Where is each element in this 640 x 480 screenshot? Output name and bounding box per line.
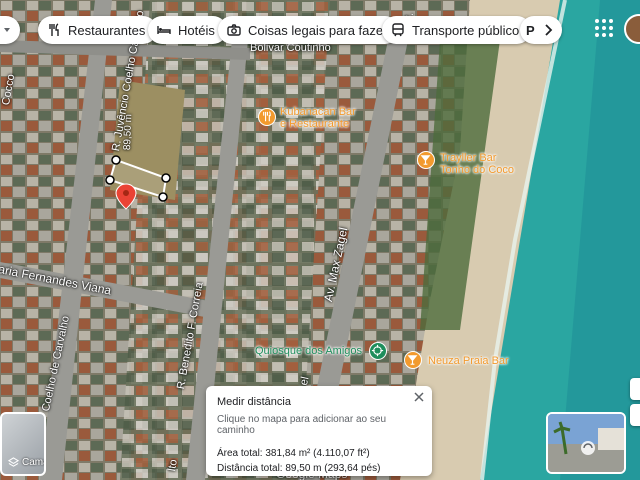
measure-vertex[interactable] bbox=[111, 155, 121, 165]
chip-label: Coisas legais para fazer bbox=[248, 22, 388, 38]
chip-label: Transporte público bbox=[412, 22, 520, 38]
layers-icon bbox=[8, 457, 19, 467]
fork-knife-icon bbox=[49, 23, 59, 36]
measure-distance: Distância total: 89,50 m (293,64 pés) bbox=[217, 463, 381, 474]
layers-label: Camadas bbox=[8, 457, 44, 468]
street-view-image bbox=[548, 414, 624, 472]
close-icon[interactable] bbox=[412, 390, 426, 404]
place-trayller[interactable]: Trayller Bar Tonho do Coco bbox=[440, 152, 514, 176]
place-kubanacan[interactable]: Kubanacan Bar e Restaurante bbox=[280, 106, 356, 130]
zoom-control[interactable] bbox=[630, 404, 640, 426]
chevron-right-icon[interactable] bbox=[538, 20, 558, 40]
measure-distance-panel: Medir distância Clique no mapa para adic… bbox=[206, 386, 432, 476]
red-pin-icon[interactable] bbox=[115, 183, 137, 210]
chip-more[interactable]: P bbox=[520, 16, 562, 44]
bed-icon bbox=[157, 26, 171, 34]
compass-control[interactable] bbox=[630, 378, 640, 400]
measure-vertex[interactable] bbox=[158, 192, 168, 202]
bar-icon[interactable] bbox=[404, 351, 422, 369]
measure-vertex[interactable] bbox=[161, 173, 171, 183]
caret-icon bbox=[4, 28, 10, 32]
train-icon bbox=[392, 23, 404, 37]
chip-transit[interactable]: Transporte público bbox=[382, 16, 532, 44]
street-view-thumbnail[interactable] bbox=[546, 412, 626, 474]
category-chips: Restaurantes Hotéis Coisas legais para f… bbox=[0, 16, 640, 44]
chip-restaurants[interactable]: Restaurantes bbox=[38, 16, 158, 44]
layers-button[interactable]: Camadas bbox=[0, 412, 46, 476]
chip-things-to-do[interactable]: Coisas legais para fazer bbox=[218, 16, 400, 44]
measure-vertex[interactable] bbox=[105, 175, 115, 185]
measure-area: Área total: 381,84 m² (4.110,07 ft²) bbox=[217, 448, 370, 459]
chip-label: P bbox=[526, 22, 535, 38]
chip-label: Hotéis bbox=[178, 22, 215, 38]
street-lto: lto bbox=[166, 458, 180, 473]
chip-hotels[interactable]: Hotéis bbox=[148, 16, 227, 44]
measure-title: Medir distância bbox=[217, 396, 291, 408]
restaurant-icon[interactable] bbox=[258, 108, 276, 126]
place-neuza[interactable]: Neuza Praia Bar bbox=[428, 355, 509, 367]
place-quiosque[interactable]: Quiosque dos Amigos bbox=[255, 345, 362, 357]
kiosk-icon[interactable] bbox=[369, 342, 387, 360]
chips-scroll-left-button[interactable] bbox=[0, 16, 20, 44]
measure-hint: Clique no mapa para adicionar ao seu cam… bbox=[217, 414, 386, 436]
camera-icon bbox=[227, 24, 241, 36]
bar-icon[interactable] bbox=[417, 151, 435, 169]
chip-label: Restaurantes bbox=[68, 22, 146, 38]
apps-grid-icon[interactable] bbox=[594, 18, 614, 38]
